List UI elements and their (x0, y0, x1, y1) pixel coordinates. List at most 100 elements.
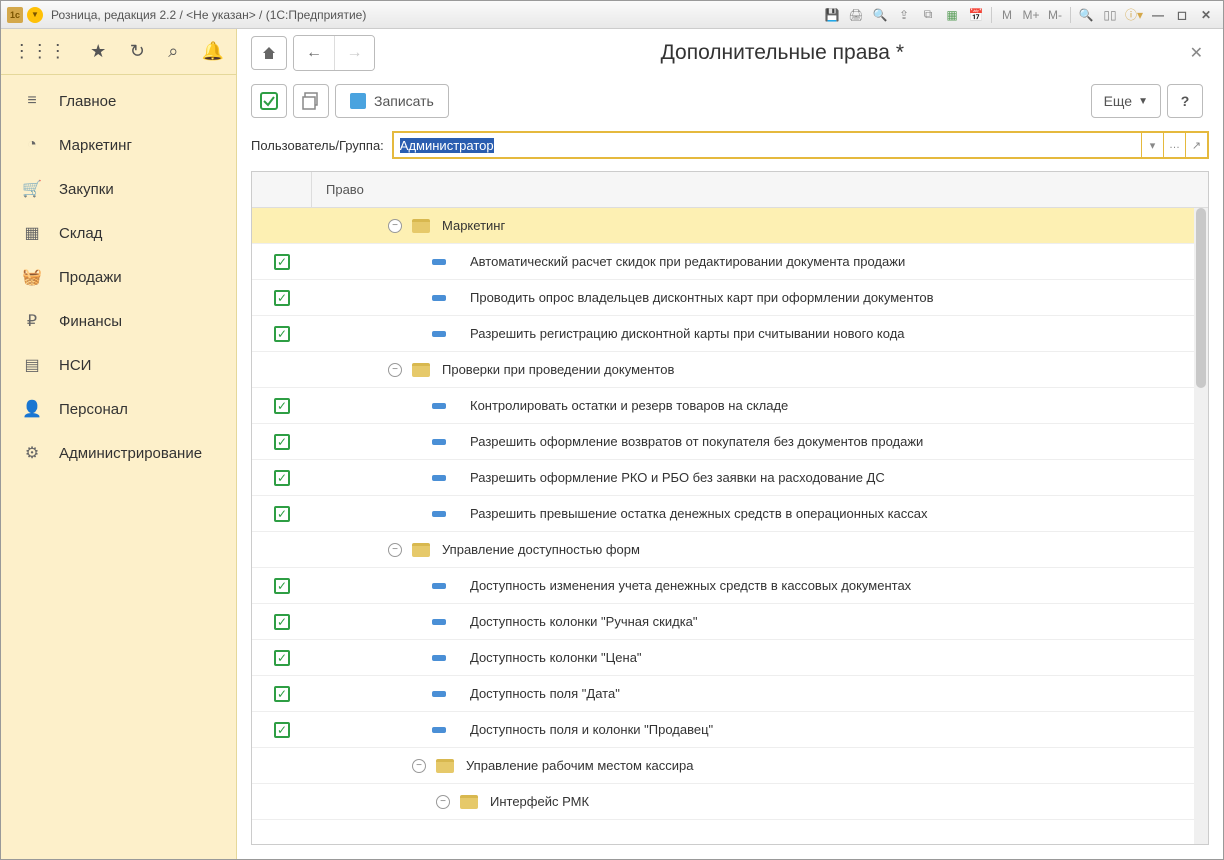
sidebar-item-menu[interactable]: ≡Главное (1, 79, 236, 123)
row-label: Доступность изменения учета денежных сре… (470, 578, 911, 593)
expander-icon[interactable]: − (388, 363, 402, 377)
tree-folder-row[interactable]: − Управление рабочим местом кассира (252, 748, 1208, 784)
sidebar-item-label: Администрирование (59, 445, 202, 462)
tree-item-row[interactable]: ✓Разрешить регистрацию дисконтной карты … (252, 316, 1208, 352)
check-all-button[interactable] (251, 84, 287, 118)
user-group-combo[interactable]: ▾ … ↗ (392, 131, 1209, 159)
tree-item-row[interactable]: ✓ Доступность изменения учета денежных ср… (252, 568, 1208, 604)
row-checkbox[interactable]: ✓ (274, 470, 290, 486)
item-bullet-icon (432, 259, 446, 265)
sidebar-item-gear[interactable]: ⚙Администрирование (1, 431, 236, 475)
calendar-icon[interactable]: 📅 (965, 5, 987, 25)
save-button-label: Записать (374, 93, 434, 109)
folder-icon (460, 795, 478, 809)
tree-folder-row[interactable]: −Маркетинг (252, 208, 1208, 244)
combo-select-icon[interactable]: … (1163, 133, 1185, 157)
search-icon[interactable]: ⌕ (168, 41, 178, 62)
print-icon[interactable]: 🖨 (845, 5, 867, 25)
tree-folder-row[interactable]: −Управление доступностью форм (252, 532, 1208, 568)
sidebar-item-label: Финансы (59, 313, 122, 330)
item-bullet-icon (432, 475, 446, 481)
filter-label: Пользователь/Группа: (251, 138, 384, 153)
zoom-icon[interactable]: 🔍 (1075, 5, 1097, 25)
row-label: Управление рабочим местом кассира (466, 758, 694, 773)
tree-folder-row[interactable]: −Интерфейс РМК (252, 784, 1208, 820)
tree-item-row[interactable]: ✓Разрешить превышение остатка денежных с… (252, 496, 1208, 532)
combo-open-icon[interactable]: ↗ (1185, 133, 1207, 157)
panels-icon[interactable]: ▯▯ (1099, 5, 1121, 25)
home-button[interactable] (251, 36, 287, 70)
row-checkbox[interactable]: ✓ (274, 506, 290, 522)
row-checkbox[interactable]: ✓ (274, 578, 290, 594)
history-icon[interactable]: ↻ (130, 41, 145, 62)
sidebar-item-pie[interactable]: ◔Маркетинг (1, 123, 236, 167)
user-group-input[interactable] (394, 133, 1141, 157)
export-icon[interactable]: ⇪ (893, 5, 915, 25)
expander-icon[interactable]: − (412, 759, 426, 773)
maximize-icon[interactable]: ◻ (1171, 5, 1193, 25)
sidebar: ⋮⋮⋮ ★ ↻ ⌕ 🔔 ≡Главное◔Маркетинг🛒Закупки▦С… (1, 29, 237, 859)
tree-item-row[interactable]: ✓ Автоматический расчет скидок при редакт… (252, 244, 1208, 280)
tree-item-row[interactable]: ✓Разрешить оформление РКО и РБО без заяв… (252, 460, 1208, 496)
save-button[interactable]: Записать (335, 84, 449, 118)
pie-icon: ◔ (21, 136, 43, 154)
menu-icon: ≡ (21, 92, 43, 110)
m-plus-icon[interactable]: M+ (1020, 5, 1042, 25)
tree-item-row[interactable]: ✓Разрешить оформление возвратов от покуп… (252, 424, 1208, 460)
sidebar-item-label: Персонал (59, 401, 128, 418)
preview-icon[interactable]: 🔍 (869, 5, 891, 25)
minimize-icon[interactable]: — (1147, 5, 1169, 25)
tree-item-row[interactable]: ✓Контролировать остатки и резерв товаров… (252, 388, 1208, 424)
expander-icon[interactable]: − (388, 219, 402, 233)
calc-icon[interactable]: ▦ (941, 5, 963, 25)
tab-close-icon[interactable]: ✕ (1184, 37, 1209, 69)
item-bullet-icon (432, 439, 446, 445)
compare-icon[interactable]: ⧉ (917, 5, 939, 25)
item-bullet-icon (432, 619, 446, 625)
row-checkbox[interactable]: ✓ (274, 686, 290, 702)
uncheck-all-button[interactable] (293, 84, 329, 118)
row-checkbox[interactable]: ✓ (274, 434, 290, 450)
row-checkbox[interactable]: ✓ (274, 614, 290, 630)
back-button[interactable]: ← (294, 36, 334, 70)
sidebar-item-cart[interactable]: 🛒Закупки (1, 167, 236, 211)
row-checkbox[interactable]: ✓ (274, 254, 290, 270)
sidebar-item-person[interactable]: 👤Персонал (1, 387, 236, 431)
help-button[interactable]: ? (1167, 84, 1203, 118)
sidebar-item-coin[interactable]: ₽Финансы (1, 299, 236, 343)
tree-item-row[interactable]: ✓Проводить опрос владельцев дисконтных к… (252, 280, 1208, 316)
folder-icon (412, 219, 430, 233)
favorites-icon[interactable]: ★ (90, 41, 106, 62)
row-checkbox[interactable]: ✓ (274, 326, 290, 342)
book-icon: ▤ (21, 355, 43, 375)
vertical-scrollbar[interactable] (1194, 208, 1208, 844)
row-checkbox[interactable]: ✓ (274, 722, 290, 738)
titlebar-tools: 💾 🖨 🔍 ⇪ ⧉ ▦ 📅 M M+ M- 🔍 ▯▯ ⓘ▾ — ◻ ✕ (821, 5, 1217, 25)
row-label: Автоматический расчет скидок при редакти… (470, 254, 905, 269)
m-icon[interactable]: M (996, 5, 1018, 25)
close-icon[interactable]: ✕ (1195, 5, 1217, 25)
tree-folder-row[interactable]: −Проверки при проведении документов (252, 352, 1208, 388)
apps-icon[interactable]: ⋮⋮⋮ (13, 41, 67, 62)
tree-item-row[interactable]: ✓Доступность поля и колонки "Продавец" (252, 712, 1208, 748)
row-checkbox[interactable]: ✓ (274, 650, 290, 666)
row-checkbox[interactable]: ✓ (274, 290, 290, 306)
save-icon[interactable]: 💾 (821, 5, 843, 25)
expander-icon[interactable]: − (388, 543, 402, 557)
folder-icon (412, 363, 430, 377)
tree-item-row[interactable]: ✓Доступность колонки "Ручная скидка" (252, 604, 1208, 640)
expander-icon[interactable]: − (436, 795, 450, 809)
tree-item-row[interactable]: ✓Доступность поля "Дата" (252, 676, 1208, 712)
sidebar-item-book[interactable]: ▤НСИ (1, 343, 236, 387)
m-minus-icon[interactable]: M- (1044, 5, 1066, 25)
forward-button[interactable]: → (334, 36, 374, 70)
row-checkbox[interactable]: ✓ (274, 398, 290, 414)
info-icon[interactable]: ⓘ▾ (1123, 5, 1145, 25)
combo-dropdown-icon[interactable]: ▾ (1141, 133, 1163, 157)
tree-item-row[interactable]: ✓Доступность колонки "Цена" (252, 640, 1208, 676)
sidebar-item-grid[interactable]: ▦Склад (1, 211, 236, 255)
more-button[interactable]: Еще ▼ (1091, 84, 1161, 118)
sidebar-item-basket[interactable]: 🧺Продажи (1, 255, 236, 299)
notifications-icon[interactable]: 🔔 (202, 41, 224, 62)
app-menu-dropdown-icon[interactable]: ▼ (27, 7, 43, 23)
